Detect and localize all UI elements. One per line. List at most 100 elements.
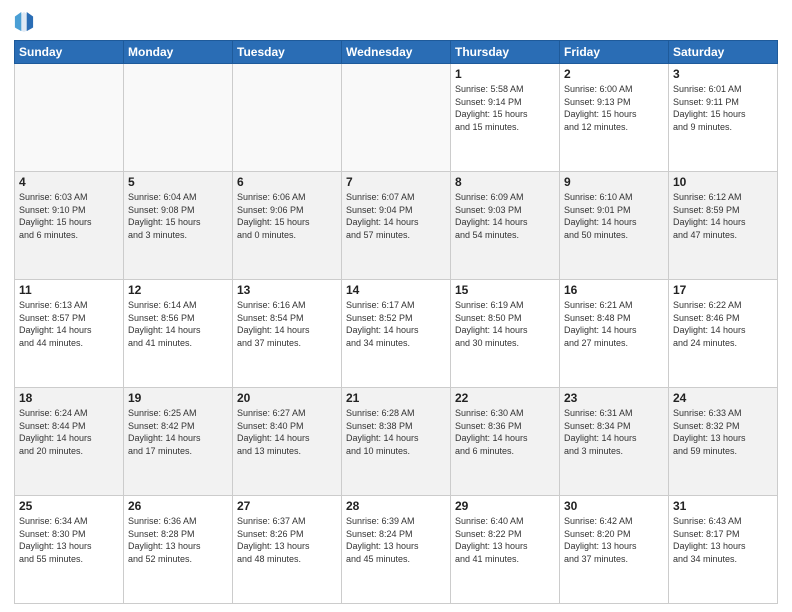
day-number: 31 <box>673 499 773 513</box>
calendar-day-cell: 26 Sunrise: 6:36 AMSunset: 8:28 PMDayligh… <box>124 496 233 604</box>
day-info: Sunrise: 6:31 AMSunset: 8:34 PMDaylight:… <box>564 407 664 457</box>
day-number: 20 <box>237 391 337 405</box>
calendar-day-cell: 6 Sunrise: 6:06 AMSunset: 9:06 PMDaylight… <box>233 172 342 280</box>
day-number: 18 <box>19 391 119 405</box>
calendar-day-cell: 18 Sunrise: 6:24 AMSunset: 8:44 PMDayligh… <box>15 388 124 496</box>
calendar-week-row: 18 Sunrise: 6:24 AMSunset: 8:44 PMDayligh… <box>15 388 778 496</box>
day-info: Sunrise: 6:25 AMSunset: 8:42 PMDaylight:… <box>128 407 228 457</box>
header-friday: Friday <box>560 41 669 64</box>
day-number: 11 <box>19 283 119 297</box>
day-number: 24 <box>673 391 773 405</box>
calendar-day-cell <box>15 64 124 172</box>
calendar-day-cell: 30 Sunrise: 6:42 AMSunset: 8:20 PMDayligh… <box>560 496 669 604</box>
day-info: Sunrise: 6:33 AMSunset: 8:32 PMDaylight:… <box>673 407 773 457</box>
calendar-day-cell <box>233 64 342 172</box>
calendar-day-cell: 15 Sunrise: 6:19 AMSunset: 8:50 PMDayligh… <box>451 280 560 388</box>
calendar-day-cell: 10 Sunrise: 6:12 AMSunset: 8:59 PMDayligh… <box>669 172 778 280</box>
day-number: 26 <box>128 499 228 513</box>
day-info: Sunrise: 6:17 AMSunset: 8:52 PMDaylight:… <box>346 299 446 349</box>
day-info: Sunrise: 6:09 AMSunset: 9:03 PMDaylight:… <box>455 191 555 241</box>
calendar-week-row: 4 Sunrise: 6:03 AMSunset: 9:10 PMDaylight… <box>15 172 778 280</box>
day-info: Sunrise: 6:07 AMSunset: 9:04 PMDaylight:… <box>346 191 446 241</box>
day-number: 2 <box>564 67 664 81</box>
day-number: 15 <box>455 283 555 297</box>
calendar-day-cell: 28 Sunrise: 6:39 AMSunset: 8:24 PMDayligh… <box>342 496 451 604</box>
calendar-day-cell <box>342 64 451 172</box>
calendar-day-cell: 13 Sunrise: 6:16 AMSunset: 8:54 PMDayligh… <box>233 280 342 388</box>
day-number: 9 <box>564 175 664 189</box>
day-number: 28 <box>346 499 446 513</box>
calendar-day-cell: 21 Sunrise: 6:28 AMSunset: 8:38 PMDayligh… <box>342 388 451 496</box>
day-number: 10 <box>673 175 773 189</box>
calendar-day-cell <box>124 64 233 172</box>
calendar-day-cell: 24 Sunrise: 6:33 AMSunset: 8:32 PMDayligh… <box>669 388 778 496</box>
calendar-week-row: 1 Sunrise: 5:58 AMSunset: 9:14 PMDaylight… <box>15 64 778 172</box>
day-info: Sunrise: 5:58 AMSunset: 9:14 PMDaylight:… <box>455 83 555 133</box>
day-info: Sunrise: 6:14 AMSunset: 8:56 PMDaylight:… <box>128 299 228 349</box>
calendar-day-cell: 14 Sunrise: 6:17 AMSunset: 8:52 PMDayligh… <box>342 280 451 388</box>
day-number: 5 <box>128 175 228 189</box>
day-info: Sunrise: 6:36 AMSunset: 8:28 PMDaylight:… <box>128 515 228 565</box>
day-number: 4 <box>19 175 119 189</box>
calendar-day-cell: 17Sunrise: 6:22 AMSunset: 8:46 PMDayligh… <box>669 280 778 388</box>
calendar-day-cell: 16Sunrise: 6:21 AMSunset: 8:48 PMDayligh… <box>560 280 669 388</box>
day-info: Sunrise: 6:42 AMSunset: 8:20 PMDaylight:… <box>564 515 664 565</box>
header-monday: Monday <box>124 41 233 64</box>
calendar-day-cell: 31 Sunrise: 6:43 AMSunset: 8:17 PMDayligh… <box>669 496 778 604</box>
calendar-day-cell: 20 Sunrise: 6:27 AMSunset: 8:40 PMDayligh… <box>233 388 342 496</box>
calendar-day-cell: 1 Sunrise: 5:58 AMSunset: 9:14 PMDaylight… <box>451 64 560 172</box>
day-info: Sunrise: 6:43 AMSunset: 8:17 PMDaylight:… <box>673 515 773 565</box>
header-thursday: Thursday <box>451 41 560 64</box>
day-info: Sunrise: 6:24 AMSunset: 8:44 PMDaylight:… <box>19 407 119 457</box>
day-info: Sunrise: 6:39 AMSunset: 8:24 PMDaylight:… <box>346 515 446 565</box>
header-wednesday: Wednesday <box>342 41 451 64</box>
day-number: 8 <box>455 175 555 189</box>
calendar-day-cell: 11Sunrise: 6:13 AMSunset: 8:57 PMDayligh… <box>15 280 124 388</box>
header-tuesday: Tuesday <box>233 41 342 64</box>
day-info: Sunrise: 6:01 AMSunset: 9:11 PMDaylight:… <box>673 83 773 133</box>
day-number: 12 <box>128 283 228 297</box>
day-number: 13 <box>237 283 337 297</box>
calendar-day-cell: 29 Sunrise: 6:40 AMSunset: 8:22 PMDayligh… <box>451 496 560 604</box>
day-number: 23 <box>564 391 664 405</box>
day-number: 19 <box>128 391 228 405</box>
day-info: Sunrise: 6:10 AMSunset: 9:01 PMDaylight:… <box>564 191 664 241</box>
day-number: 22 <box>455 391 555 405</box>
calendar-week-row: 25Sunrise: 6:34 AMSunset: 8:30 PMDayligh… <box>15 496 778 604</box>
day-info: Sunrise: 6:40 AMSunset: 8:22 PMDaylight:… <box>455 515 555 565</box>
header-sunday: Sunday <box>15 41 124 64</box>
day-number: 14 <box>346 283 446 297</box>
day-info: Sunrise: 6:04 AMSunset: 9:08 PMDaylight:… <box>128 191 228 241</box>
day-info: Sunrise: 6:27 AMSunset: 8:40 PMDaylight:… <box>237 407 337 457</box>
calendar-day-cell: 3Sunrise: 6:01 AMSunset: 9:11 PMDaylight… <box>669 64 778 172</box>
day-number: 1 <box>455 67 555 81</box>
day-info: Sunrise: 6:03 AMSunset: 9:10 PMDaylight:… <box>19 191 119 241</box>
day-info: Sunrise: 6:19 AMSunset: 8:50 PMDaylight:… <box>455 299 555 349</box>
calendar-day-cell: 23 Sunrise: 6:31 AMSunset: 8:34 PMDayligh… <box>560 388 669 496</box>
day-info: Sunrise: 6:28 AMSunset: 8:38 PMDaylight:… <box>346 407 446 457</box>
calendar-day-cell: 27Sunrise: 6:37 AMSunset: 8:26 PMDayligh… <box>233 496 342 604</box>
calendar-day-cell: 22Sunrise: 6:30 AMSunset: 8:36 PMDayligh… <box>451 388 560 496</box>
day-number: 30 <box>564 499 664 513</box>
day-number: 21 <box>346 391 446 405</box>
calendar-day-cell: 5 Sunrise: 6:04 AMSunset: 9:08 PMDaylight… <box>124 172 233 280</box>
calendar-day-cell: 19 Sunrise: 6:25 AMSunset: 8:42 PMDayligh… <box>124 388 233 496</box>
calendar-day-cell: 25Sunrise: 6:34 AMSunset: 8:30 PMDayligh… <box>15 496 124 604</box>
day-number: 6 <box>237 175 337 189</box>
calendar-week-row: 11Sunrise: 6:13 AMSunset: 8:57 PMDayligh… <box>15 280 778 388</box>
calendar-day-cell: 9 Sunrise: 6:10 AMSunset: 9:01 PMDaylight… <box>560 172 669 280</box>
day-info: Sunrise: 6:16 AMSunset: 8:54 PMDaylight:… <box>237 299 337 349</box>
page: SundayMondayTuesdayWednesdayThursdayFrid… <box>0 0 792 612</box>
calendar-day-cell: 4 Sunrise: 6:03 AMSunset: 9:10 PMDaylight… <box>15 172 124 280</box>
day-info: Sunrise: 6:21 AMSunset: 8:48 PMDaylight:… <box>564 299 664 349</box>
day-number: 29 <box>455 499 555 513</box>
day-info: Sunrise: 6:06 AMSunset: 9:06 PMDaylight:… <box>237 191 337 241</box>
day-number: 7 <box>346 175 446 189</box>
day-number: 27 <box>237 499 337 513</box>
calendar-day-cell: 8 Sunrise: 6:09 AMSunset: 9:03 PMDaylight… <box>451 172 560 280</box>
logo <box>14 10 38 34</box>
header <box>14 10 778 34</box>
header-saturday: Saturday <box>669 41 778 64</box>
day-info: Sunrise: 6:12 AMSunset: 8:59 PMDaylight:… <box>673 191 773 241</box>
calendar-header-row: SundayMondayTuesdayWednesdayThursdayFrid… <box>15 41 778 64</box>
